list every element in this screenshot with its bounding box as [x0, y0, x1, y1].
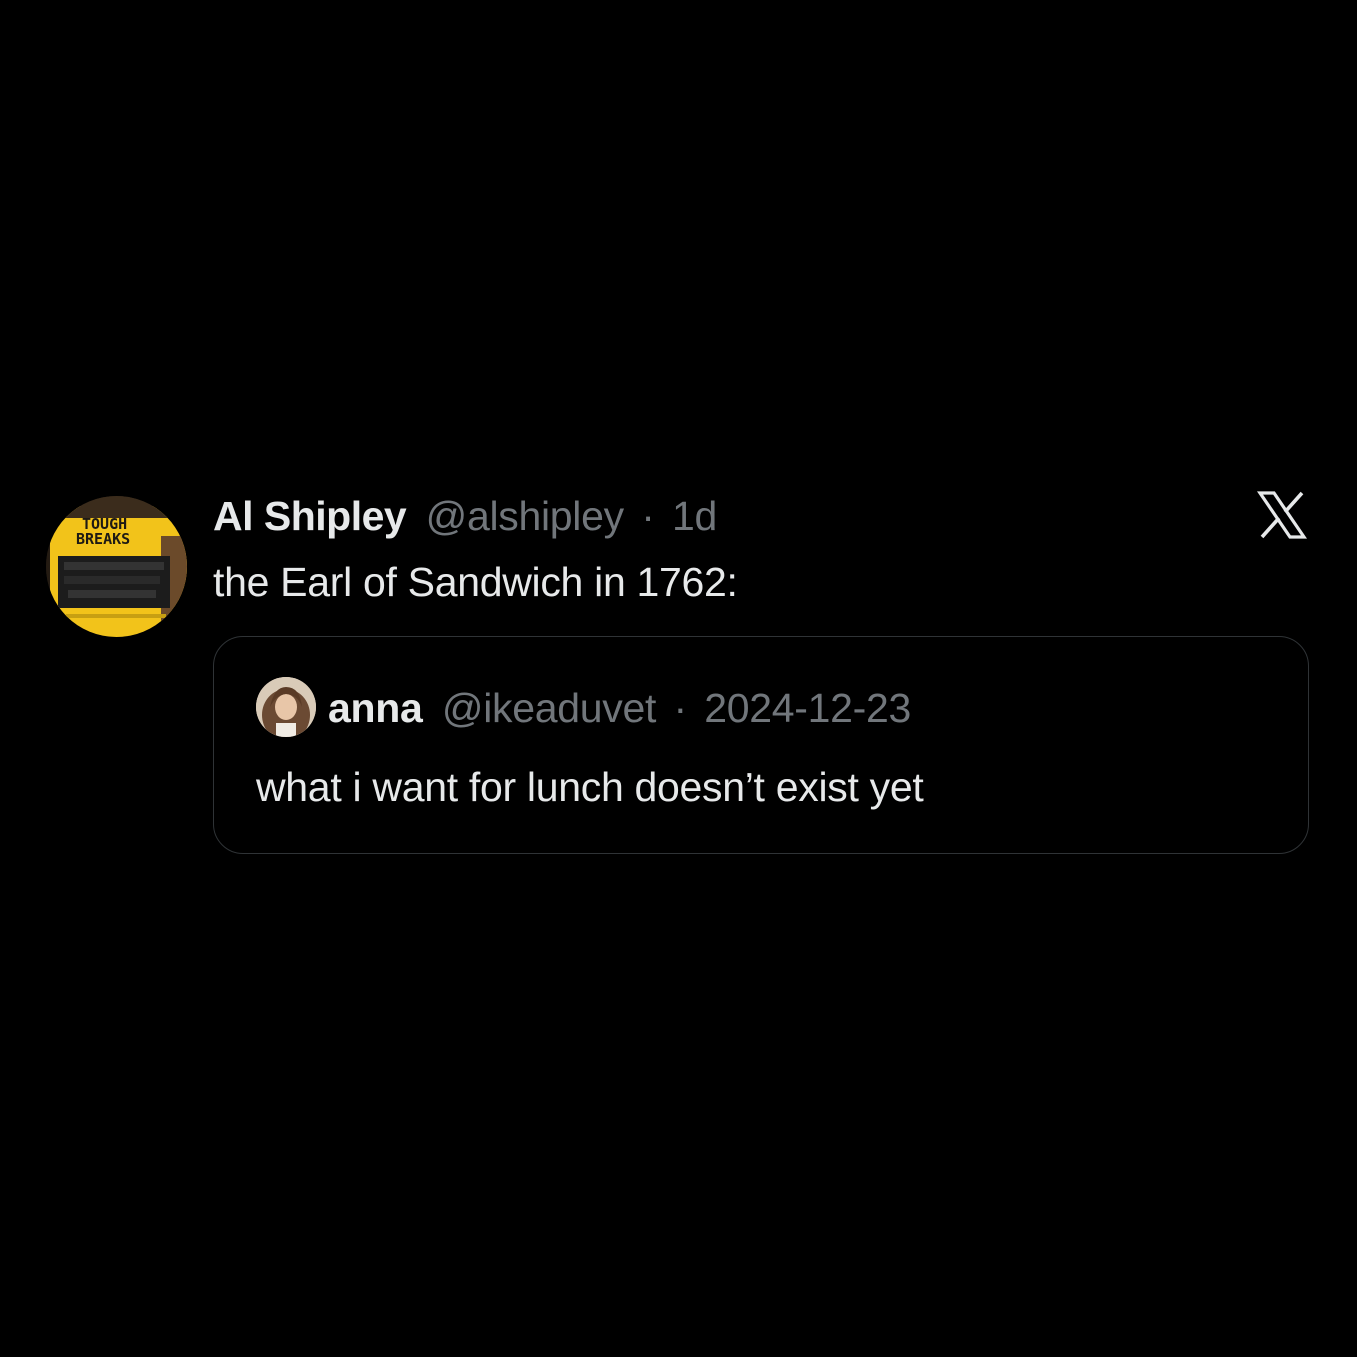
author-name[interactable]: Al Shipley	[213, 493, 407, 539]
quote-author-handle[interactable]: @ikeaduvet	[442, 685, 656, 731]
quoted-tweet[interactable]: anna @ikeaduvet · 2024-12-23 what i want…	[213, 636, 1309, 854]
post-time[interactable]: 1d	[672, 493, 717, 539]
book-cover-avatar-icon: TOUGH BREAKS	[46, 496, 187, 637]
tweet: TOUGH BREAKS Al Shipley @alshipley · 1d …	[0, 0, 1357, 1357]
quote-author-line: anna @ikeaduvet · 2024-12-23	[328, 683, 911, 733]
quote-meta-separator: ·	[673, 685, 687, 731]
author-handle[interactable]: @alshipley	[426, 493, 624, 539]
quote-author-avatar[interactable]	[256, 677, 316, 737]
avatar-title-line-2: BREAKS	[76, 530, 130, 548]
tweet-text: the Earl of Sandwich in 1762:	[213, 559, 738, 605]
x-logo-icon	[1256, 489, 1308, 541]
quote-post-time[interactable]: 2024-12-23	[704, 685, 911, 731]
user-photo-avatar-icon	[256, 677, 316, 737]
quote-author-name[interactable]: anna	[328, 685, 423, 731]
meta-separator: ·	[641, 493, 655, 539]
author-line: Al Shipley @alshipley · 1d	[213, 490, 717, 542]
quote-text: what i want for lunch doesn’t exist yet	[256, 764, 924, 810]
author-avatar[interactable]: TOUGH BREAKS	[46, 496, 187, 637]
